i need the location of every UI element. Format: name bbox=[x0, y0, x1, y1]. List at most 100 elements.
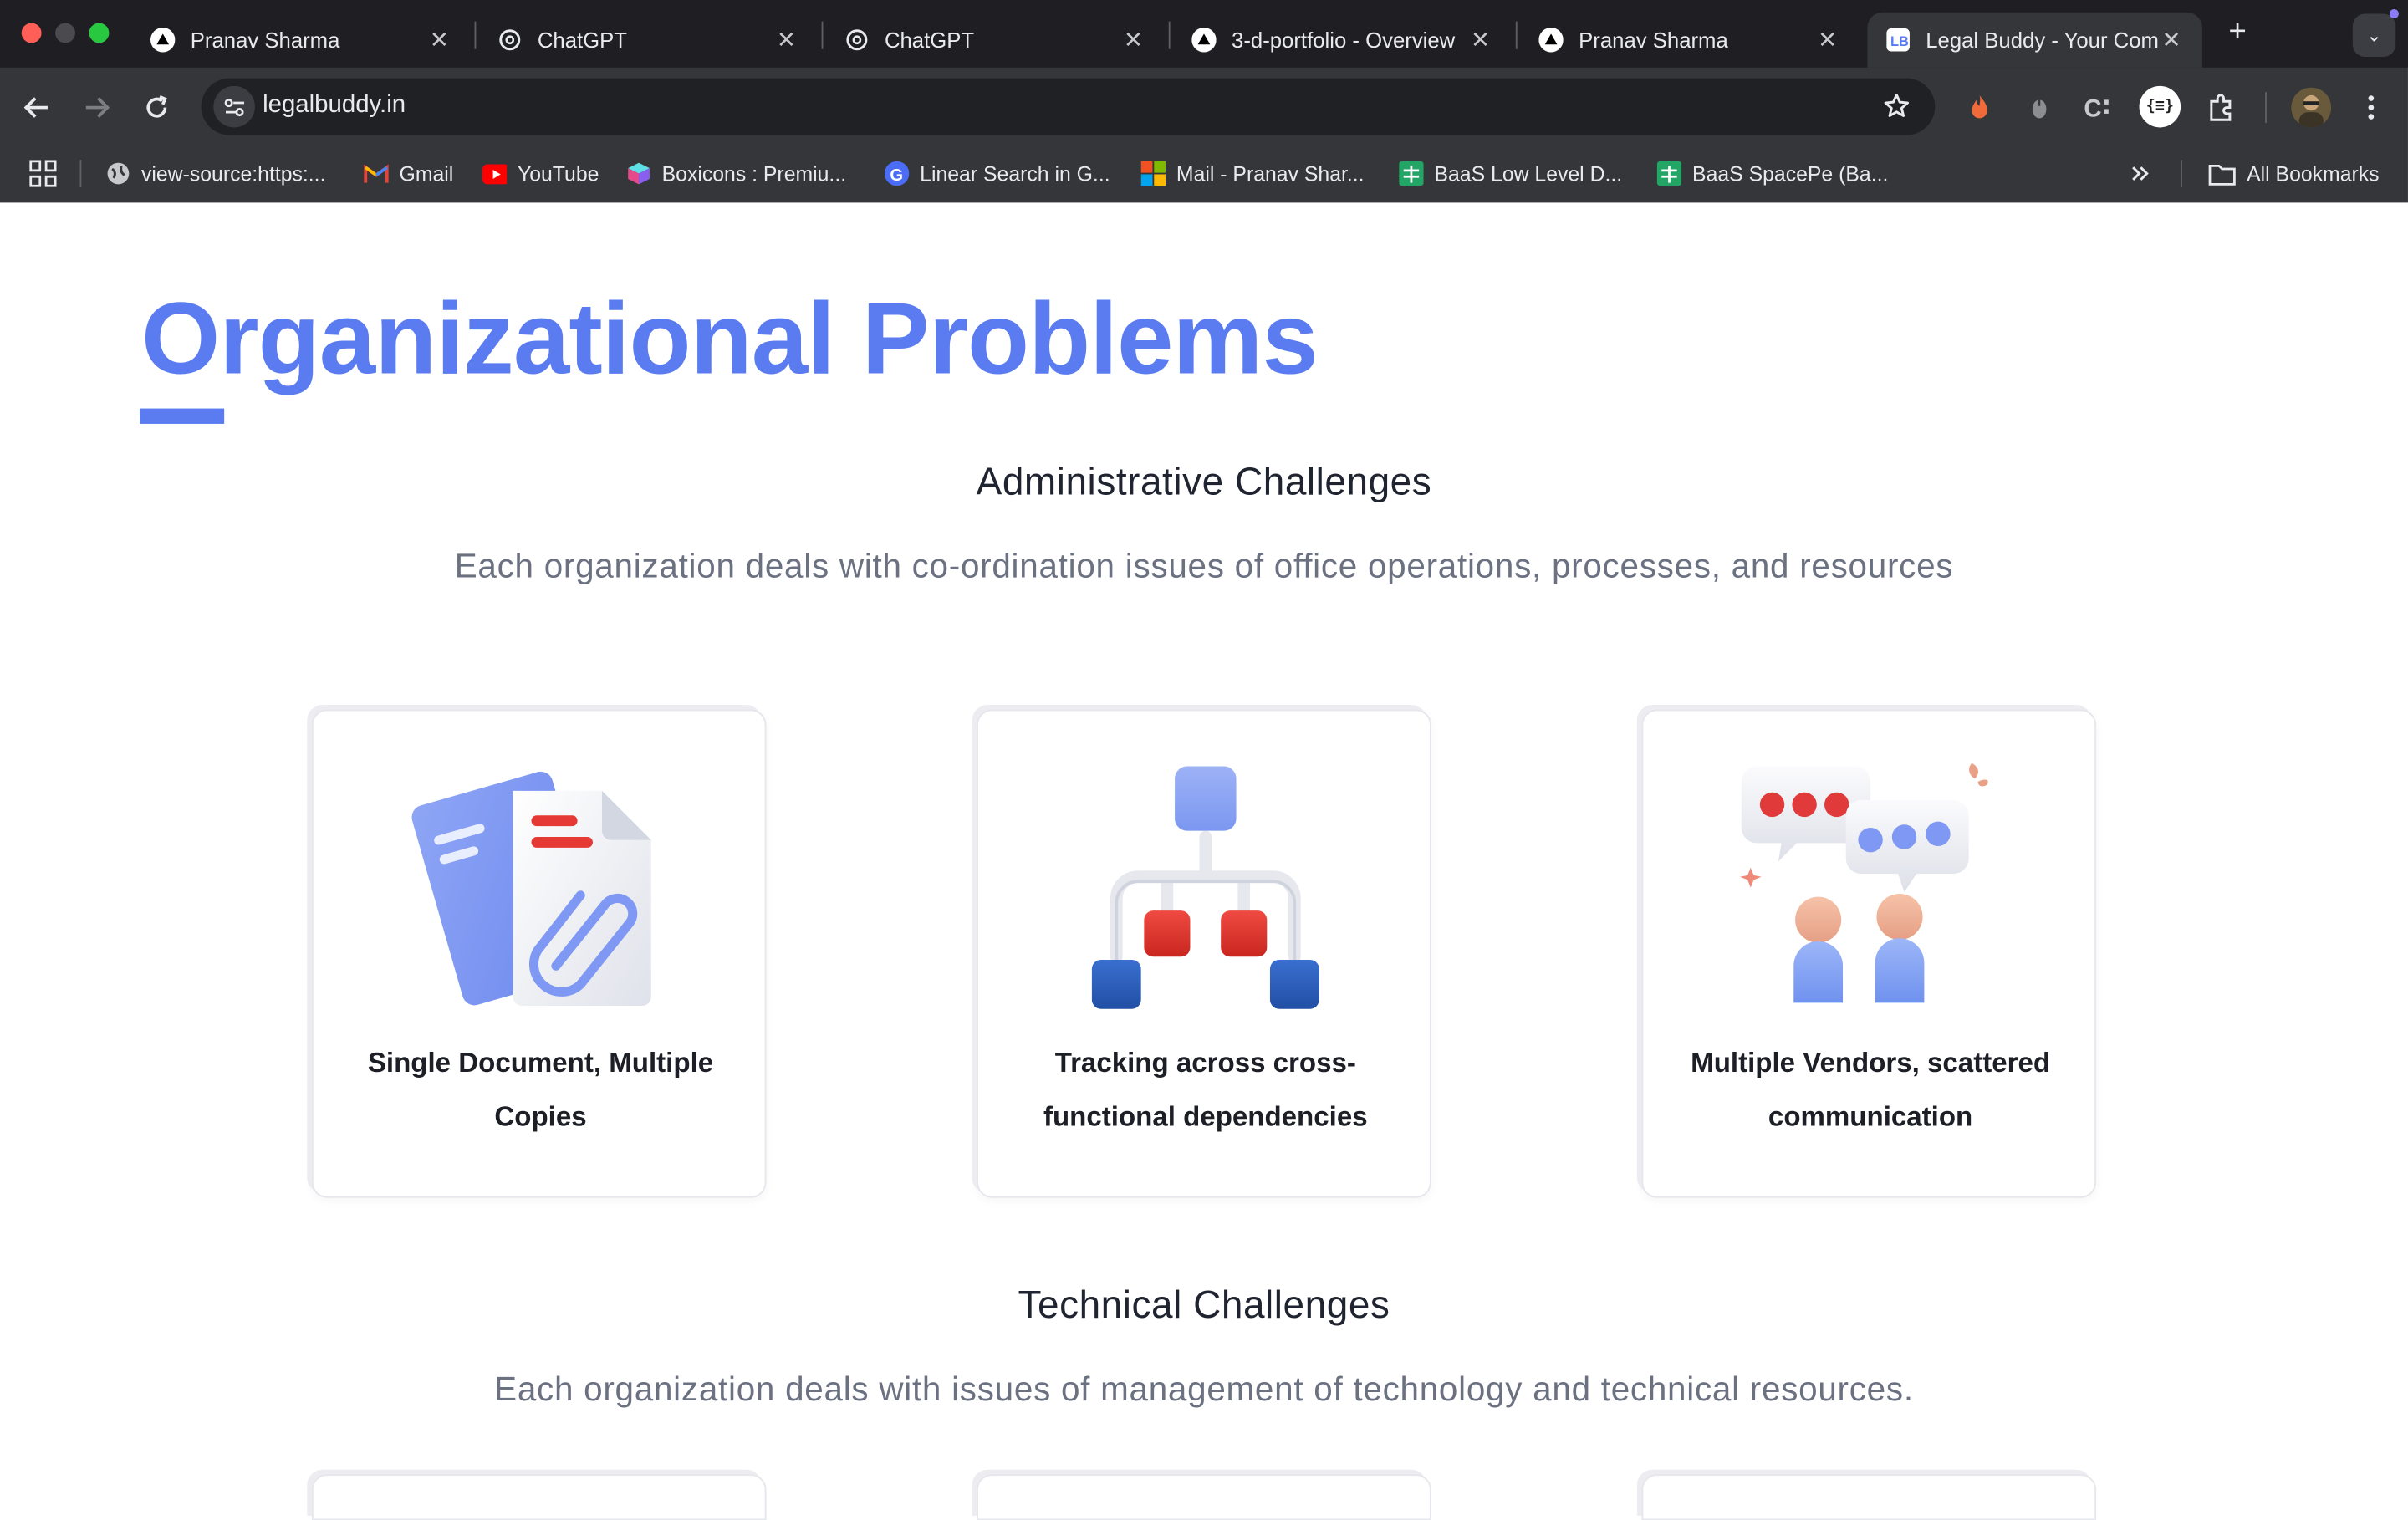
bookmark-label: Boxicons : Premiu... bbox=[661, 161, 847, 186]
section-subtitle: Each organization deals with issues of m… bbox=[494, 1370, 1914, 1409]
extension-mouse-icon[interactable] bbox=[2021, 89, 2058, 126]
tab-title: 3-d-portfolio - Overview bbox=[1232, 28, 1456, 53]
problem-card: Multiple Vendors, scattered communicatio… bbox=[1641, 709, 2097, 1198]
bookmark-label: Mail - Pranav Shar... bbox=[1176, 161, 1365, 186]
forward-button[interactable] bbox=[79, 89, 115, 126]
extension-badge: {≡} bbox=[2145, 98, 2174, 115]
bookmark-item[interactable]: YouTube bbox=[482, 158, 599, 189]
documents-paperclip-illustration bbox=[390, 757, 691, 1018]
new-tab-button[interactable]: + bbox=[2221, 15, 2254, 48]
bookmarks-divider bbox=[79, 160, 82, 188]
bookmark-star-button[interactable] bbox=[1878, 88, 1915, 125]
kebab-menu-icon bbox=[2368, 95, 2375, 120]
url-text[interactable]: legalbuddy.in bbox=[263, 92, 406, 120]
bookmark-item[interactable]: BaaS Low Level D... bbox=[1399, 158, 1622, 189]
close-window-button[interactable] bbox=[21, 23, 42, 43]
tab-title: ChatGPT bbox=[537, 28, 628, 53]
all-bookmarks-label: All Bookmarks bbox=[2247, 161, 2380, 186]
bookmark-item[interactable]: Boxicons : Premiu... bbox=[626, 158, 846, 189]
problem-card bbox=[311, 1474, 767, 1520]
tab-separator bbox=[1515, 21, 1518, 49]
browser-tab[interactable]: ChatGPT ✕ bbox=[479, 13, 817, 68]
bookmark-label: Linear Search in G... bbox=[920, 161, 1110, 186]
browser-tab[interactable]: 3-d-portfolio - Overview ✕ bbox=[1173, 13, 1511, 68]
vercel-triangle-icon bbox=[150, 28, 176, 53]
browser-chrome: Pranav Sharma ✕ ChatGPT ✕ ChatGPT ✕ 3-d-… bbox=[0, 0, 2408, 203]
arrow-left-icon bbox=[23, 97, 48, 118]
browser-menu-button[interactable] bbox=[2353, 89, 2390, 126]
bookmarks-overflow-button[interactable] bbox=[2130, 158, 2152, 189]
bookmark-label: Gmail bbox=[399, 161, 454, 186]
geeks-icon: G bbox=[884, 161, 910, 186]
tab-separator bbox=[1168, 21, 1171, 49]
problem-card: Tracking across cross-functional depende… bbox=[977, 709, 1431, 1198]
extension-flame-icon[interactable] bbox=[1961, 89, 1997, 126]
close-tab-icon[interactable]: ✕ bbox=[1468, 26, 1492, 54]
svg-text:G: G bbox=[890, 166, 903, 185]
sheets-icon bbox=[1656, 161, 1682, 186]
boxicons-icon bbox=[626, 161, 650, 186]
gmail-icon bbox=[364, 161, 389, 186]
close-tab-icon[interactable]: ✕ bbox=[427, 26, 452, 54]
browser-tab[interactable]: ChatGPT ✕ bbox=[826, 13, 1164, 68]
globe-icon bbox=[106, 161, 130, 186]
card-label: Single Document, Multiple Copies bbox=[367, 1047, 714, 1132]
address-bar[interactable]: legalbuddy.in bbox=[201, 78, 1936, 135]
browser-tab[interactable]: Pranav Sharma ✕ bbox=[1520, 13, 1858, 68]
svg-text:C: C bbox=[2084, 95, 2101, 123]
problem-card: Single Document, Multiple Copies bbox=[311, 709, 767, 1198]
bookmark-item[interactable]: view-source:https:... bbox=[106, 158, 326, 189]
bookmark-label: BaaS SpacePe (Ba... bbox=[1692, 161, 1889, 186]
section-heading: Technical Challenges bbox=[1018, 1283, 1390, 1327]
back-button[interactable] bbox=[18, 89, 55, 126]
profile-avatar[interactable] bbox=[2291, 87, 2332, 128]
tab-title: Pranav Sharma bbox=[190, 28, 340, 53]
page-content: Organizational Problems Administrative C… bbox=[0, 202, 2408, 1520]
json-viewer-extension-icon[interactable]: {≡} bbox=[2139, 85, 2181, 128]
bookmark-item[interactable]: Gmail bbox=[364, 158, 453, 189]
bookmark-item[interactable]: BaaS SpacePe (Ba... bbox=[1656, 158, 1889, 189]
close-tab-icon[interactable]: ✕ bbox=[2159, 26, 2183, 54]
site-info-button[interactable] bbox=[213, 85, 255, 128]
vercel-triangle-icon bbox=[1538, 28, 1564, 53]
youtube-icon bbox=[482, 161, 508, 186]
extension-css-icon[interactable]: C bbox=[2081, 89, 2118, 126]
reload-button[interactable] bbox=[138, 89, 175, 126]
problem-card bbox=[1641, 1474, 2097, 1520]
tab-title: ChatGPT bbox=[884, 28, 975, 53]
tune-icon bbox=[223, 98, 244, 116]
all-bookmarks-button[interactable]: All Bookmarks bbox=[2208, 158, 2380, 189]
extensions-puzzle-icon[interactable] bbox=[2202, 89, 2239, 126]
bookmark-label: BaaS Low Level D... bbox=[1434, 161, 1623, 186]
bookmark-label: view-source:https:... bbox=[140, 161, 326, 186]
double-chevron-right-icon bbox=[2132, 166, 2149, 181]
tab-separator bbox=[474, 21, 477, 49]
bookmark-item[interactable]: G Linear Search in G... bbox=[884, 158, 1110, 189]
page-title: Organizational Problems bbox=[140, 281, 1319, 395]
problem-card bbox=[977, 1474, 1431, 1520]
hierarchy-tree-illustration bbox=[1055, 757, 1356, 1018]
card-label: Tracking across cross-functional depende… bbox=[1043, 1047, 1368, 1132]
chat-people-illustration bbox=[1720, 757, 2021, 1018]
maximize-window-button[interactable] bbox=[89, 23, 110, 43]
star-icon bbox=[1884, 94, 1910, 117]
bookmark-item[interactable]: Mail - Pranav Shar... bbox=[1140, 158, 1365, 189]
chevron-down-icon: ⌄ bbox=[2366, 24, 2382, 47]
arrow-right-icon bbox=[85, 97, 110, 118]
close-tab-icon[interactable]: ✕ bbox=[1121, 26, 1145, 54]
section-subtitle: Each organization deals with co-ordinati… bbox=[454, 546, 1954, 585]
title-underline bbox=[140, 408, 225, 424]
browser-tab-active[interactable]: LB Legal Buddy - Your Com ✕ bbox=[1867, 12, 2202, 68]
close-tab-icon[interactable]: ✕ bbox=[1815, 26, 1839, 54]
close-tab-icon[interactable]: ✕ bbox=[774, 26, 798, 54]
sheets-icon bbox=[1399, 161, 1424, 186]
apps-grid-icon bbox=[29, 160, 57, 187]
vercel-triangle-icon bbox=[1191, 28, 1217, 53]
legalbuddy-icon: LB bbox=[1885, 28, 1910, 52]
tab-search-button[interactable]: ⌄ bbox=[2352, 13, 2396, 57]
toolbar-divider bbox=[2265, 92, 2267, 123]
browser-tab[interactable]: Pranav Sharma ✕ bbox=[132, 13, 470, 68]
tab-strip: Pranav Sharma ✕ ChatGPT ✕ ChatGPT ✕ 3-d-… bbox=[0, 0, 2408, 68]
apps-grid-button[interactable] bbox=[29, 158, 57, 189]
minimize-window-button[interactable] bbox=[55, 23, 75, 43]
